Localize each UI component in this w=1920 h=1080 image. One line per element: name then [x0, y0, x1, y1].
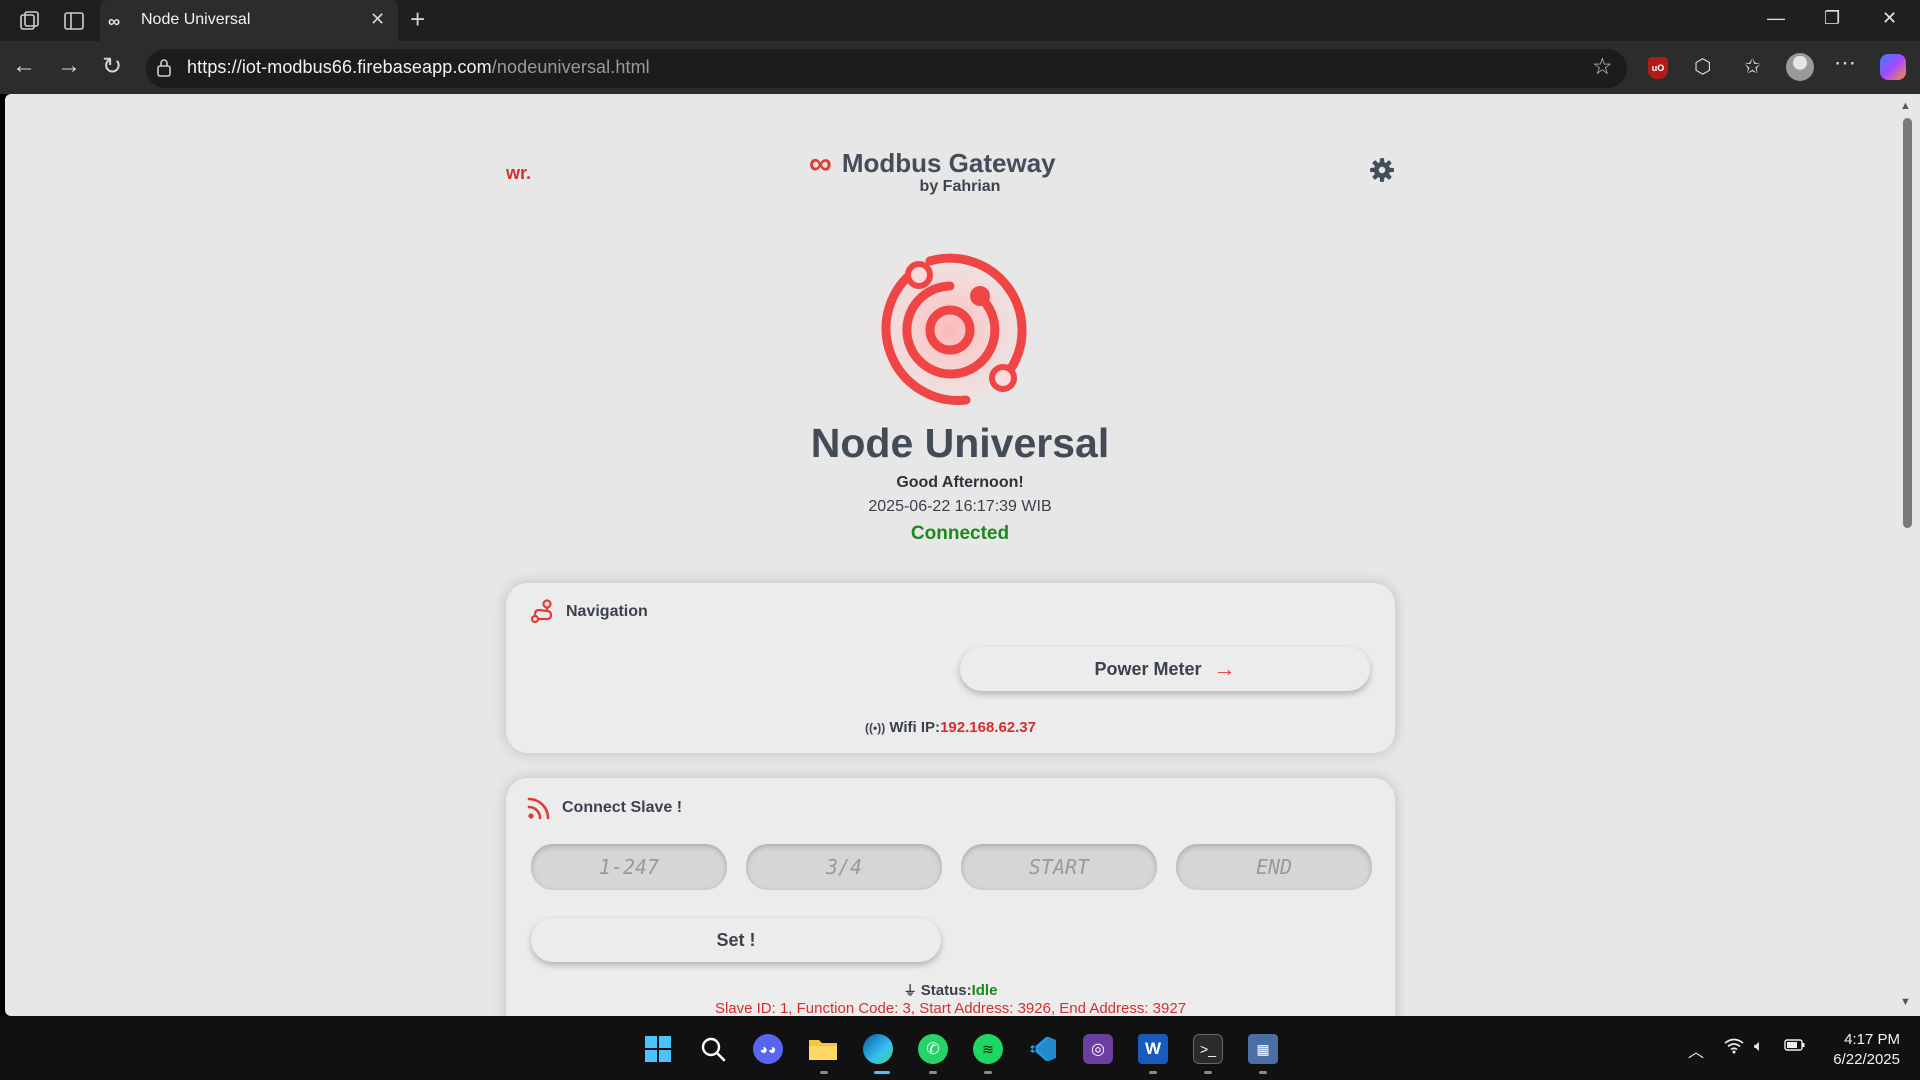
restore-icon[interactable]: ❐	[1824, 8, 1840, 29]
file-explorer-icon[interactable]	[808, 1034, 838, 1064]
wifi-ip-line: ((•)) Wifi IP:192.168.62.37	[506, 719, 1395, 736]
settings-gear-icon[interactable]	[1369, 157, 1395, 183]
favorite-star-icon[interactable]: ☆	[1592, 53, 1613, 80]
status-value: Idle	[971, 982, 998, 999]
edge-browser-icon[interactable]	[863, 1034, 893, 1064]
vertical-tabs-icon[interactable]	[62, 9, 86, 33]
tab-close-icon[interactable]: ✕	[370, 9, 385, 30]
orbit-logo-icon	[862, 242, 1038, 418]
taskbar-active-indicator	[874, 1071, 890, 1074]
brand-title: Modbus Gateway	[841, 147, 1056, 178]
function-code-input[interactable]	[746, 844, 942, 890]
vscode-icon[interactable]	[1028, 1034, 1058, 1064]
infinity-icon: ∞	[809, 145, 832, 181]
status-line: ⏚ Status:Idle	[506, 980, 1395, 999]
url-path: /nodeuniversal.html	[491, 57, 650, 77]
connect-slave-card-header: Connect Slave !	[526, 795, 682, 821]
extensions-icon[interactable]: ⬡	[1694, 54, 1711, 79]
word-icon[interactable]: W	[1138, 1034, 1168, 1064]
calculator-icon[interactable]: ▦	[1248, 1034, 1278, 1064]
terminal-icon[interactable]: >_	[1193, 1034, 1223, 1064]
search-icon[interactable]	[698, 1034, 728, 1064]
navigation-card: Navigation Power Meter → ((•)) Wifi IP:1…	[506, 583, 1395, 753]
copilot-icon[interactable]	[1880, 54, 1906, 80]
clock-time: 4:17 PM	[1844, 1031, 1900, 1048]
set-button[interactable]: Set !	[531, 918, 941, 962]
end-address-input[interactable]	[1176, 844, 1372, 890]
status-label: Status:	[920, 982, 972, 999]
url-text: https://iot-modbus66.firebaseapp.com/nod…	[187, 57, 650, 78]
datetime-text: 2025-06-22 16:17:39 WIB	[868, 498, 1052, 515]
volume-icon[interactable]: 🔈︎	[1754, 1038, 1764, 1056]
more-menu-icon[interactable]: ⋯	[1834, 50, 1856, 76]
navigation-card-title: Navigation	[566, 603, 648, 620]
taskbar-running-indicator	[929, 1071, 937, 1074]
chat-app-icon[interactable]: ◎	[1083, 1034, 1113, 1064]
navigation-card-header: Navigation	[530, 599, 648, 625]
start-menu-icon[interactable]	[643, 1034, 673, 1064]
back-icon[interactable]: ←	[12, 52, 36, 80]
taskbar-running-indicator	[820, 1071, 828, 1074]
brand-header: ∞ Modbus Gateway	[809, 145, 1056, 181]
connection-status: Connected	[910, 523, 1010, 544]
system-clock[interactable]: 4:17 PM 6/22/2025	[1820, 1030, 1900, 1070]
scroll-down-icon[interactable]: ▼	[1900, 996, 1911, 1008]
greeting-text: Good Afternoon!	[896, 474, 1024, 491]
favorites-icon[interactable]: ✩	[1744, 54, 1761, 79]
wifi-tray-icon[interactable]	[1724, 1038, 1744, 1059]
windows-taskbar	[0, 1016, 1920, 1080]
scroll-up-icon[interactable]: ▲	[1900, 100, 1911, 112]
arrow-right-icon: →	[1213, 656, 1236, 681]
slave-config-detail: Slave ID: 1, Function Code: 3, Start Add…	[714, 1000, 1187, 1017]
minimize-icon[interactable]: —	[1767, 8, 1785, 29]
route-icon	[530, 599, 553, 624]
spotify-icon[interactable]: ≋	[973, 1034, 1003, 1064]
page-title: Node Universal	[810, 420, 1110, 466]
whatsapp-icon[interactable]: ✆	[918, 1034, 948, 1064]
taskbar-running-indicator	[984, 1071, 992, 1074]
tab-favicon-icon: ∞	[108, 12, 121, 31]
profile-avatar[interactable]	[1786, 53, 1814, 81]
taskbar-running-indicator	[1204, 1071, 1212, 1074]
rss-signal-icon	[527, 797, 550, 820]
wifi-ip-value: 192.168.62.37	[940, 719, 1036, 736]
show-hidden-icons-icon[interactable]: ︿	[1688, 1038, 1704, 1062]
connect-slave-card-title: Connect Slave !	[562, 799, 683, 816]
power-meter-button[interactable]: Power Meter →	[960, 647, 1370, 691]
start-address-input[interactable]	[961, 844, 1157, 890]
close-window-icon[interactable]: ✕	[1882, 8, 1897, 29]
tab-title: Node Universal	[141, 11, 251, 28]
battery-icon[interactable]	[1784, 1038, 1806, 1057]
slave-id-input[interactable]	[531, 844, 727, 890]
discord-icon[interactable]: ◕◕	[753, 1034, 783, 1064]
wifi-ip-label: Wifi IP:	[889, 719, 941, 736]
clock-date: 6/22/2025	[1833, 1051, 1900, 1068]
taskbar-running-indicator	[1259, 1071, 1267, 1074]
ublock-extension-icon[interactable]: uO	[1648, 57, 1668, 79]
forward-icon[interactable]: →	[57, 52, 81, 80]
url-host: https://iot-modbus66.firebaseapp.com	[187, 57, 492, 77]
wifi-signal-icon: ((•))	[865, 721, 886, 735]
brand-byline: by Fahrian	[919, 178, 1001, 195]
set-button-label: Set !	[716, 929, 756, 950]
taskbar-running-indicator	[1149, 1071, 1157, 1074]
workspaces-icon[interactable]	[18, 9, 42, 33]
power-meter-label: Power Meter	[1094, 658, 1202, 679]
new-tab-icon[interactable]: +	[410, 4, 425, 35]
site-info-icon[interactable]	[155, 57, 173, 79]
reload-icon[interactable]: ↻	[102, 52, 122, 81]
plug-icon: ⏚	[903, 983, 917, 998]
